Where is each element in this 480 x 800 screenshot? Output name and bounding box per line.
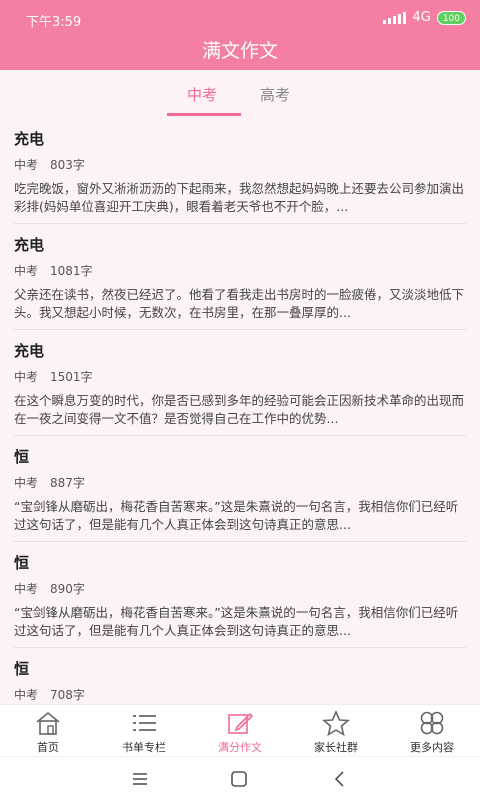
article-word-count: 1081字 [50,264,93,278]
tab-bar: 中考 高考 [0,70,480,116]
list-icon [133,715,156,731]
bottom-navigation: 首页 书单专栏 满分作文 家长社群 更多内容 [0,704,480,756]
network-type: 4G [412,10,431,25]
nav-label: 书单专栏 [122,741,166,754]
article-word-count: 890字 [50,582,85,596]
article-category: 中考 [14,688,39,702]
page-title: 满文作文 [201,40,278,62]
article-word-count: 887字 [50,476,85,490]
nav-label: 满分作文 [218,741,262,754]
system-navigation-bar [0,756,480,800]
article-meta: 中考 887字 [14,474,85,491]
article-category: 中考 [14,158,39,172]
article-excerpt: 吃完晚饭，窗外又淅淅沥沥的下起雨来，我忽然想起妈妈晚上还要去公司参加演出彩排(妈… [14,181,465,214]
article-meta: 中考 708字 [14,686,85,703]
nav-label: 首页 [37,741,59,754]
article-category: 中考 [14,582,39,596]
active-tab-indicator [167,113,241,116]
article-meta: 中考 890字 [14,580,85,597]
list-item[interactable]: 恒 中考 887字 “宝剑锋从磨砺出，梅花香自苦寒来。”这是朱熹说的一句名言，我相… [0,436,480,542]
edit-icon [228,712,254,734]
article-title: 恒 [14,660,30,678]
article-category: 中考 [14,370,39,384]
battery-icon: 100 [436,10,466,25]
nav-parents[interactable]: 家长社群 [288,709,384,755]
tab-zhongkao[interactable]: 中考 [187,84,217,105]
article-meta: 中考 803字 [14,156,85,173]
article-excerpt: “宝剑锋从磨砺出，梅花香自苦寒来。”这是朱熹说的一句名言，我相信你们已经听过这句… [14,605,459,638]
nav-home[interactable]: 首页 [0,709,96,755]
status-bar: 下午3:59 4G 100 [0,0,480,38]
list-item[interactable]: 充电 中考 1081字 父亲还在读书，然夜已经迟了。他看了看我走出书房时的一脸疲倦… [0,224,480,330]
back-icon[interactable] [328,769,352,789]
article-category: 中考 [14,476,39,490]
status-time: 下午3:59 [26,15,82,30]
nav-essays[interactable]: 满分作文 [192,709,288,755]
article-word-count: 803字 [50,158,85,172]
article-excerpt: 在这个瞬息万变的时代，你是否已感到多年的经验可能会正因新技术革命的出现而在一夜之… [14,393,465,426]
article-word-count: 1501字 [50,370,93,384]
article-title: 恒 [14,554,30,572]
signal-icon [383,11,407,24]
nav-more[interactable]: 更多内容 [384,709,480,755]
article-title: 充电 [14,236,45,254]
home-icon [36,711,60,735]
nav-booklist[interactable]: 书单专栏 [96,709,192,755]
article-title: 充电 [14,342,45,360]
list-item[interactable]: 恒 中考 708字 [0,648,480,704]
article-excerpt: 父亲还在读书，然夜已经迟了。他看了看我走出书房时的一脸疲倦，又淡淡地低下头。我又… [14,287,465,320]
nav-label: 更多内容 [410,741,454,754]
article-word-count: 708字 [50,688,85,702]
menu-icon[interactable] [128,769,152,789]
star-icon [321,710,351,737]
status-indicators: 4G 100 [383,10,466,25]
tab-gaokao[interactable]: 高考 [260,84,290,105]
article-excerpt: “宝剑锋从磨砺出，梅花香自苦寒来。”这是朱熹说的一句名言，我相信你们已经听过这句… [14,499,459,532]
article-meta: 中考 1081字 [14,262,93,279]
list-item[interactable]: 充电 中考 1501字 在这个瞬息万变的时代，你是否已感到多年的经验可能会正因新技… [0,330,480,436]
grid-icon [420,711,444,735]
home-button-icon[interactable] [227,769,251,789]
article-title: 充电 [14,130,45,148]
list-item[interactable]: 恒 中考 890字 “宝剑锋从磨砺出，梅花香自苦寒来。”这是朱熹说的一句名言，我相… [0,542,480,648]
article-meta: 中考 1501字 [14,368,93,385]
article-category: 中考 [14,264,39,278]
app-header: 下午3:59 4G 100 满文作文 [0,0,480,70]
article-title: 恒 [14,448,30,466]
nav-label: 家长社群 [314,741,358,754]
article-list: 充电 中考 803字 吃完晚饭，窗外又淅淅沥沥的下起雨来，我忽然想起妈妈晚上还要去… [0,118,480,704]
list-item[interactable]: 充电 中考 803字 吃完晚饭，窗外又淅淅沥沥的下起雨来，我忽然想起妈妈晚上还要去… [0,118,480,224]
